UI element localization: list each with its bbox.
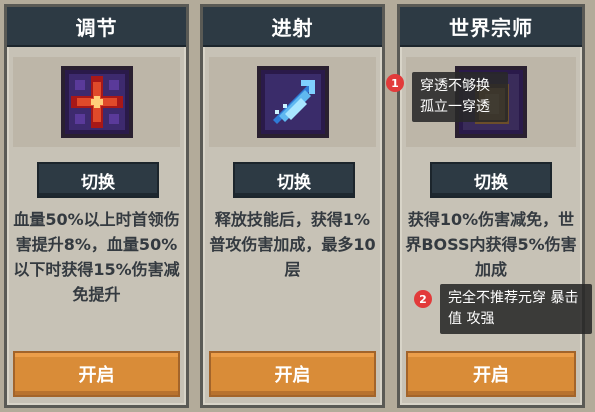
card-header: 进射: [203, 7, 382, 47]
card-title: 进射: [271, 15, 314, 40]
icon-frame: [209, 57, 376, 147]
switch-button[interactable]: 切换: [233, 162, 355, 198]
card-title: 调节: [75, 15, 118, 40]
annotation-tooltip-1: 穿透不够换 孤立一穿透: [412, 72, 508, 122]
annotation-text: 穿透不够换 孤立一穿透: [420, 78, 490, 115]
switch-button[interactable]: 切换: [37, 162, 159, 198]
icon-frame: [13, 57, 180, 147]
annotation-text: 完全不推荐元穿 暴击值 攻强: [448, 290, 579, 327]
talent-card-1: 调节 切换 血量50%以上时首领伤害提升8%，血量50%以下时获得15%伤害减免…: [4, 4, 189, 408]
annotation-badge-1: 1: [386, 74, 404, 92]
open-button[interactable]: 开启: [406, 351, 576, 397]
open-button[interactable]: 开启: [209, 351, 376, 397]
talent-card-2: 进射 切换 释放技能后，获得1%普攻伤害加成，最多10层 开启: [200, 4, 385, 408]
talent-description: 获得10%伤害减免，世界BOSS内获得5%伤害加成: [405, 210, 577, 279]
crimson-cross-icon: [60, 66, 133, 138]
piercing-shot-icon: [256, 66, 329, 138]
open-button[interactable]: 开启: [13, 351, 180, 397]
card-title: 世界宗师: [449, 15, 533, 40]
annotation-badge-2: 2: [414, 290, 432, 308]
card-header: 世界宗师: [400, 7, 582, 47]
talent-description: 血量50%以上时首领伤害提升8%，血量50%以下时获得15%伤害减免提升: [13, 210, 180, 304]
talent-description: 释放技能后，获得1%普攻伤害加成，最多10层: [209, 210, 376, 279]
talent-card-3: 世界宗师 切换 获得10%伤害减免，世界BOSS内获得5%伤害加成 开启: [397, 4, 585, 408]
card-header: 调节: [7, 7, 186, 47]
switch-button[interactable]: 切换: [430, 162, 552, 198]
annotation-tooltip-2: 完全不推荐元穿 暴击值 攻强: [440, 284, 592, 334]
